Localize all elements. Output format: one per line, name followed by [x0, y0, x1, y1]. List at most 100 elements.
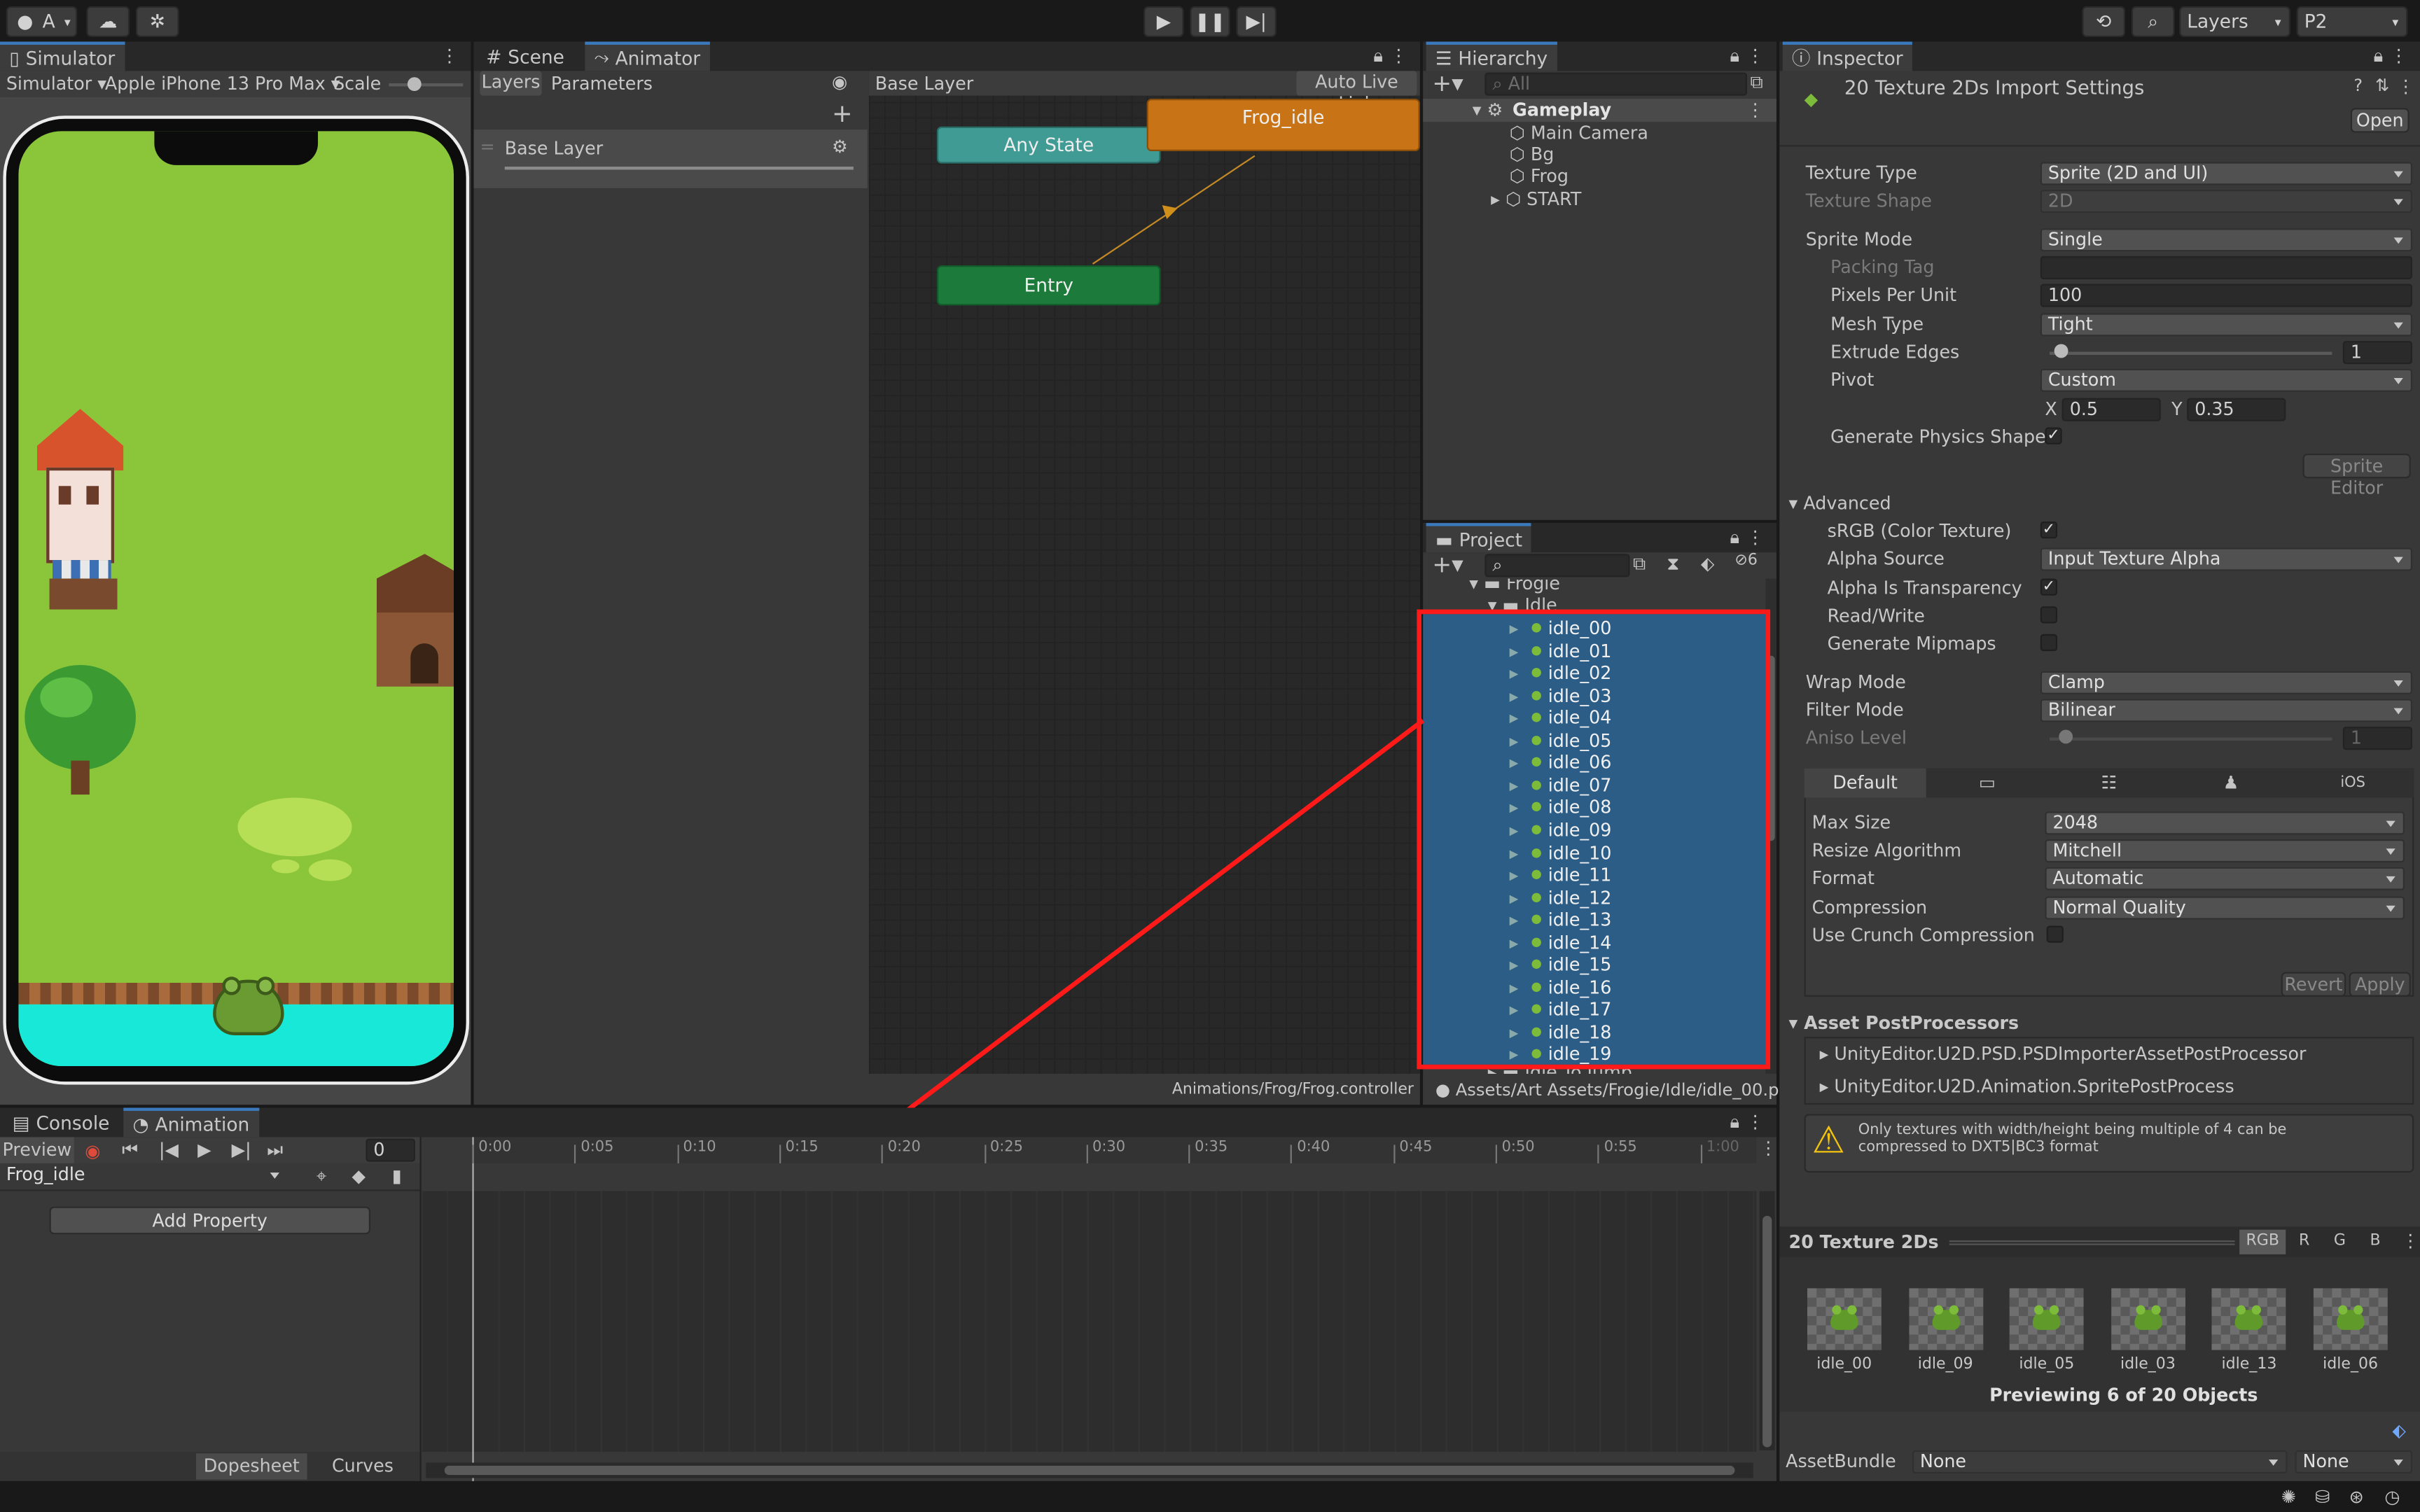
tab-platform-server[interactable]: ☷: [2047, 768, 2170, 798]
readwrite-checkbox[interactable]: [2040, 606, 2058, 624]
resize-dropdown[interactable]: Mitchell: [2045, 839, 2405, 863]
add-property-button[interactable]: Add Property: [49, 1206, 370, 1235]
filter-mode-dropdown[interactable]: Bilinear: [2040, 699, 2413, 722]
format-dropdown[interactable]: Automatic: [2045, 867, 2405, 890]
tag-icon[interactable]: ⬖: [2392, 1420, 2406, 1441]
preview-thumbnail[interactable]: [1908, 1288, 1983, 1350]
frame-input[interactable]: 0: [366, 1138, 415, 1162]
preview-thumbnail[interactable]: [2313, 1288, 2388, 1350]
postprocessors-foldout[interactable]: ▾ Asset PostProcessors: [1789, 1012, 2019, 1034]
presets-icon[interactable]: ⇅: [2375, 76, 2389, 96]
dopesheet-button[interactable]: Dopesheet: [195, 1453, 307, 1480]
database-icon[interactable]: ⛁: [2315, 1486, 2330, 1508]
ppu-input[interactable]: 100: [2040, 284, 2413, 307]
compression-dropdown[interactable]: Normal Quality: [2045, 896, 2405, 920]
revert-button[interactable]: Revert: [2281, 972, 2346, 997]
wrap-mode-label: Wrap Mode: [1805, 671, 1906, 693]
tab-platform-default[interactable]: Default: [1804, 768, 1926, 798]
preview-drag-handle[interactable]: [1949, 1240, 2235, 1245]
timeline-hscroll-thumb[interactable]: [444, 1465, 1735, 1476]
physics-shape-checkbox[interactable]: ✓: [2045, 427, 2062, 444]
preview-thumbnail[interactable]: [1807, 1288, 1882, 1350]
network-icon[interactable]: ⊛: [2349, 1486, 2364, 1508]
lock-icon[interactable]: 🔒︎: [2374, 45, 2384, 68]
timeline-vscroll[interactable]: [1759, 1191, 1775, 1450]
sprite-mode-dropdown[interactable]: Single: [2040, 228, 2413, 252]
extrude-label: Extrude Edges: [1830, 341, 1960, 363]
pivot-x-input[interactable]: 0.5: [2061, 398, 2161, 421]
advanced-foldout[interactable]: ▾ Advanced: [1789, 492, 1891, 514]
panel-menu-icon[interactable]: ⋮: [2402, 1230, 2419, 1252]
timeline-hscroll[interactable]: [426, 1462, 1753, 1478]
channel-rgb[interactable]: RGB: [2239, 1229, 2286, 1254]
prev-key-icon[interactable]: |◀: [159, 1139, 179, 1161]
crunch-checkbox[interactable]: [2046, 925, 2064, 943]
tab-platform-standalone[interactable]: ▭: [1926, 768, 2048, 798]
preview-caption: Previewing 6 of 20 Objects: [1989, 1384, 2258, 1406]
tab-animation[interactable]: ◔ Animation: [123, 1107, 259, 1138]
extrude-slider-handle[interactable]: [2054, 344, 2069, 358]
sprite-editor-button[interactable]: Sprite Editor: [2302, 454, 2411, 498]
preview-thumbnail[interactable]: [2212, 1288, 2287, 1350]
clock-icon[interactable]: ◷: [2384, 1486, 2400, 1508]
panel-menu-icon[interactable]: ⋮: [1746, 1111, 1764, 1133]
pivot-label: Pivot: [1830, 368, 1875, 391]
channel-g[interactable]: G: [2324, 1230, 2355, 1254]
record-icon[interactable]: ◉: [85, 1140, 100, 1162]
mipmaps-checkbox[interactable]: [2040, 634, 2058, 652]
extrude-slider[interactable]: [2050, 351, 2332, 355]
srgb-checkbox[interactable]: ✓: [2040, 521, 2058, 539]
max-size-dropdown[interactable]: 2048: [2045, 811, 2405, 835]
tab-inspector[interactable]: ⓘ Inspector: [1782, 41, 1912, 71]
inspector-panel: ⓘ Inspector 🔒︎ ⋮ ◆ 20 Texture 2Ds Import …: [1779, 41, 2420, 1481]
bug-icon[interactable]: ✺: [2281, 1486, 2296, 1508]
play-icon[interactable]: ▶: [197, 1139, 211, 1161]
help-icon[interactable]: ?: [2353, 76, 2363, 96]
texture-type-dropdown[interactable]: Sprite (2D and UI): [2040, 162, 2413, 186]
preview-thumbnail[interactable]: [2010, 1288, 2084, 1350]
postprocessor-item[interactable]: ▸ UnityEditor.U2D.PSD.PSDImporterAssetPo…: [1820, 1043, 2307, 1065]
alpha-source-dropdown[interactable]: Input Texture Alpha: [2040, 547, 2413, 571]
add-keyframe-icon[interactable]: ◆: [352, 1165, 366, 1186]
alpha-transparency-checkbox[interactable]: ✓: [2040, 578, 2058, 596]
keyframe-target-icon[interactable]: ⌖: [317, 1165, 326, 1188]
dopesheet-area[interactable]: [421, 1191, 1757, 1452]
assetbundle-dropdown[interactable]: None: [1912, 1450, 2288, 1474]
playhead[interactable]: [472, 1137, 474, 1481]
apply-button[interactable]: Apply: [2349, 972, 2411, 997]
timeline-tick-label: 0:10: [683, 1138, 716, 1156]
curves-button[interactable]: Curves: [307, 1453, 419, 1479]
pivot-y-input[interactable]: 0.35: [2187, 398, 2286, 421]
assetbundle-variant-dropdown[interactable]: None: [2295, 1450, 2413, 1474]
extrude-input[interactable]: 1: [2342, 341, 2413, 365]
wrap-mode-dropdown[interactable]: Clamp: [2040, 671, 2413, 694]
sprite-mode-value: Single: [2047, 228, 2103, 251]
last-key-icon[interactable]: ⏭: [267, 1139, 283, 1162]
monitor-icon: ▭: [1978, 771, 1996, 793]
pivot-dropdown[interactable]: Custom: [2040, 368, 2413, 392]
preview-thumbnail[interactable]: [2110, 1288, 2185, 1350]
timeline-vscroll-thumb[interactable]: [1762, 1215, 1772, 1448]
open-button[interactable]: Open: [2350, 108, 2409, 133]
tab-console[interactable]: ▤ Console: [3, 1108, 118, 1138]
mesh-type-dropdown[interactable]: Tight: [2040, 313, 2413, 337]
packing-tag-input[interactable]: [2040, 255, 2413, 279]
clip-dropdown[interactable]: Frog_idle: [0, 1163, 287, 1189]
next-key-icon[interactable]: ▶|: [232, 1139, 251, 1161]
first-key-icon[interactable]: ⏮: [122, 1139, 138, 1162]
timeline-tick-label: 0:30: [1092, 1138, 1126, 1156]
channel-r[interactable]: R: [2289, 1230, 2320, 1254]
texture-type-value: Sprite (2D and UI): [2047, 162, 2209, 184]
add-event-icon[interactable]: ▮: [392, 1165, 402, 1186]
panel-menu-icon[interactable]: ⋮: [1760, 1137, 1777, 1158]
postprocessor-item[interactable]: ▸ UnityEditor.U2D.Animation.SpritePostPr…: [1820, 1075, 2234, 1097]
lock-icon[interactable]: 🔒︎: [1730, 1111, 1740, 1134]
server-icon: ☷: [2101, 771, 2118, 793]
clip-value: Frog_idle: [6, 1163, 85, 1185]
tab-platform-ios[interactable]: iOS: [2292, 768, 2414, 798]
panel-menu-icon[interactable]: ⋮: [2390, 45, 2407, 66]
panel-menu-icon[interactable]: ⋮: [2397, 76, 2414, 97]
channel-b[interactable]: B: [2360, 1230, 2391, 1254]
preview-toggle[interactable]: Preview: [0, 1137, 74, 1163]
tab-platform-android[interactable]: ♟: [2169, 768, 2293, 798]
